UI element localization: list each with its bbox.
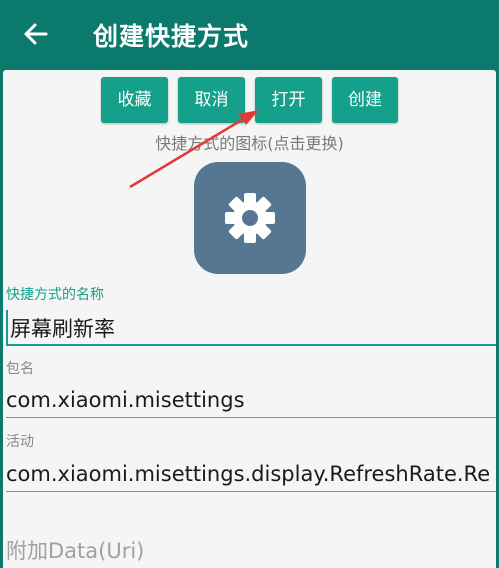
activity-underline [6, 491, 496, 492]
package-input[interactable]: com.xiaomi.misettings [6, 388, 245, 412]
gear-icon [225, 193, 275, 243]
activity-input[interactable]: com.xiaomi.misettings.display.RefreshRat… [6, 462, 490, 486]
app-bar: 创建快捷方式 [0, 0, 499, 70]
cancel-button[interactable]: 取消 [178, 77, 245, 123]
create-button[interactable]: 创建 [332, 77, 398, 123]
icon-caption: 快捷方式的图标(点击更换) [155, 134, 344, 153]
shortcut-form: 收藏 取消 打开 创建 快捷方式的图标(点击更换) 快捷方式的名称 屏幕刷新率 … [3, 70, 496, 568]
shortcut-name-label: 快捷方式的名称 [6, 287, 104, 303]
extra-data-input[interactable]: 附加Data(Uri) [6, 535, 144, 565]
arrow-left-icon[interactable] [20, 18, 52, 50]
package-label: 包名 [6, 361, 34, 377]
shortcut-name-underline [6, 344, 496, 346]
open-button[interactable]: 打开 [255, 77, 322, 123]
activity-label: 活动 [6, 434, 34, 450]
shortcut-name-input[interactable]: 屏幕刷新率 [10, 313, 115, 343]
package-underline [6, 417, 496, 418]
shortcut-icon-picker[interactable] [194, 162, 306, 274]
page-title: 创建快捷方式 [93, 22, 250, 51]
favorite-button[interactable]: 收藏 [101, 77, 168, 123]
text-cursor [6, 310, 8, 344]
